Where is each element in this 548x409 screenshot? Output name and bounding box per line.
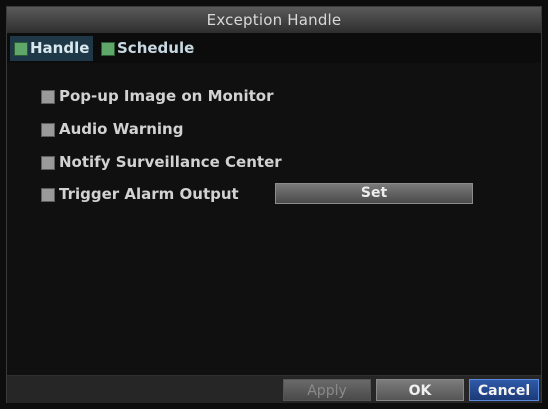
option-audio-warning[interactable]: Audio Warning	[41, 118, 183, 140]
trigger-alarm-checkbox[interactable]	[41, 188, 55, 202]
apply-button[interactable]: Apply	[283, 379, 371, 401]
trigger-alarm-label: Trigger Alarm Output	[59, 185, 239, 203]
option-trigger-alarm[interactable]: Trigger Alarm Output	[41, 183, 239, 205]
tab-schedule-label: Schedule	[117, 39, 195, 57]
option-popup-image[interactable]: Pop-up Image on Monitor	[41, 85, 274, 107]
button-bar: Apply OK Cancel	[7, 375, 541, 403]
notify-center-checkbox[interactable]	[41, 156, 55, 170]
alarm-output-set-button[interactable]: Set	[275, 183, 473, 204]
handle-panel: Pop-up Image on Monitor Audio Warning No…	[7, 63, 541, 375]
notify-center-label: Notify Surveillance Center	[59, 153, 282, 171]
ok-button[interactable]: OK	[376, 379, 464, 401]
audio-warning-label: Audio Warning	[59, 120, 184, 138]
schedule-tab-icon	[101, 42, 115, 56]
tab-schedule[interactable]: Schedule	[97, 36, 227, 61]
audio-warning-checkbox[interactable]	[41, 123, 55, 137]
option-notify-center[interactable]: Notify Surveillance Center	[41, 151, 282, 173]
popup-image-label: Pop-up Image on Monitor	[59, 87, 274, 105]
cancel-button[interactable]: Cancel	[469, 379, 539, 401]
tab-bar: Handle Schedule	[7, 33, 541, 63]
dialog-title: Exception Handle	[7, 7, 541, 33]
handle-tab-icon	[14, 42, 28, 56]
tab-handle-label: Handle	[30, 39, 90, 57]
tab-handle[interactable]: Handle	[10, 36, 93, 61]
popup-image-checkbox[interactable]	[41, 90, 55, 104]
exception-handle-dialog: Exception Handle Handle Schedule Pop-up …	[6, 6, 542, 403]
